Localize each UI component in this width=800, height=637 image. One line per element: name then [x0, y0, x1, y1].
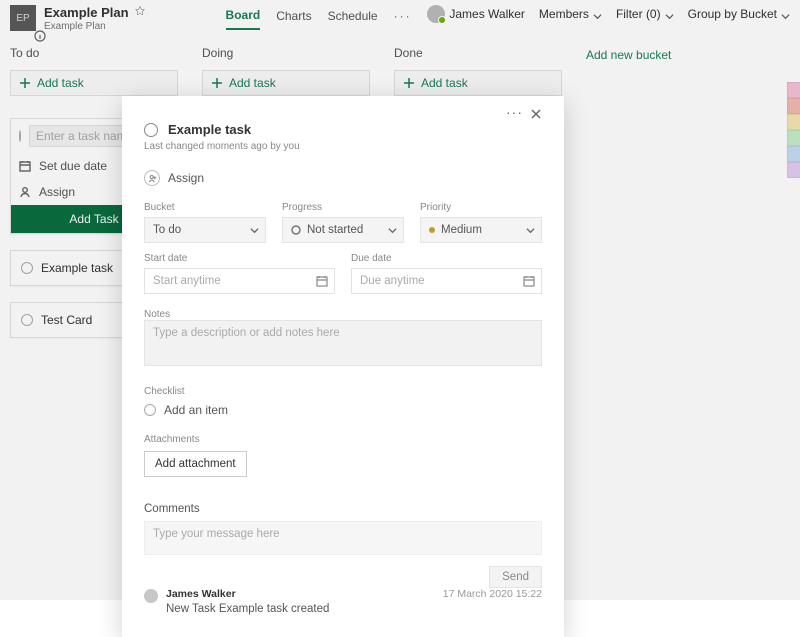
chevron-down-icon: [388, 226, 397, 235]
bucket-select[interactable]: To do: [144, 217, 266, 243]
activity-item: James Walker 17 March 2020 15:22 New Tas…: [144, 588, 542, 615]
add-attachment-button[interactable]: Add attachment: [144, 451, 247, 477]
activity-date: 17 March 2020 15:22: [443, 588, 542, 600]
task-title[interactable]: Example task: [168, 122, 251, 137]
progress-select[interactable]: Not started: [282, 217, 404, 243]
avatar: [144, 589, 158, 603]
field-label: Checklist: [144, 386, 185, 397]
field-label: Bucket: [144, 202, 266, 213]
priority-dot-icon: [429, 227, 435, 233]
send-button[interactable]: Send: [489, 566, 542, 588]
field-label: Priority: [420, 202, 542, 213]
calendar-icon: [316, 275, 328, 287]
task-subtitle: Last changed moments ago by you: [144, 141, 542, 152]
start-date-input[interactable]: Start anytime: [144, 268, 335, 294]
assign-button[interactable]: Assign: [144, 170, 542, 186]
comment-input[interactable]: [144, 521, 542, 555]
notes-input[interactable]: [144, 320, 542, 366]
chevron-down-icon: [526, 226, 535, 235]
task-modal: ··· Example task Last changed moments ag…: [122, 96, 564, 637]
circle-icon: [144, 404, 156, 416]
field-label: Comments: [144, 503, 200, 515]
field-label: Due date: [351, 253, 542, 264]
priority-select[interactable]: Medium: [420, 217, 542, 243]
circle-icon: [291, 225, 301, 235]
more-icon[interactable]: ···: [506, 108, 518, 120]
field-label: Progress: [282, 202, 404, 213]
due-date-input[interactable]: Due anytime: [351, 268, 542, 294]
chevron-down-icon: [250, 226, 259, 235]
person-add-icon: [144, 170, 160, 186]
field-label: Notes: [144, 309, 170, 320]
calendar-icon: [523, 275, 535, 287]
complete-circle-icon[interactable]: [144, 123, 158, 137]
field-label: Attachments: [144, 434, 200, 445]
checklist-add-item[interactable]: Add an item: [144, 403, 542, 417]
activity-author: James Walker: [166, 588, 236, 600]
activity-text: New Task Example task created: [166, 603, 542, 615]
close-icon[interactable]: [530, 108, 542, 120]
field-label: Start date: [144, 253, 335, 264]
